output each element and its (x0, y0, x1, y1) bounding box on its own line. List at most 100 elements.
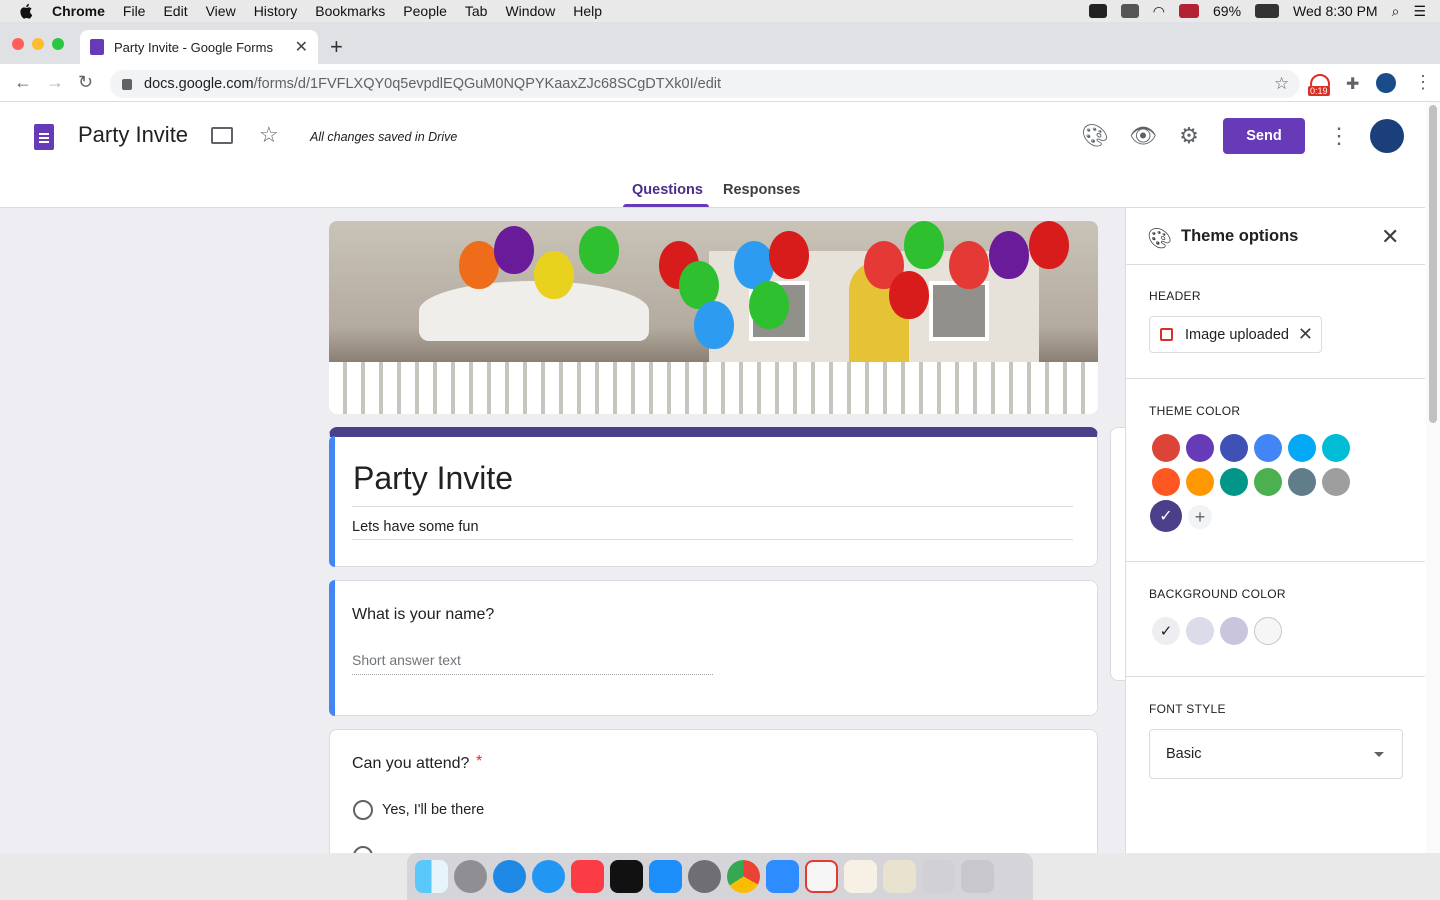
new-tab-button[interactable]: + (330, 34, 343, 60)
keynote-icon[interactable] (844, 860, 877, 893)
font-style-dropdown[interactable]: Basic (1149, 729, 1403, 779)
background-color-swatch[interactable] (1254, 617, 1282, 645)
menu-bookmarks[interactable]: Bookmarks (315, 3, 385, 19)
flag-icon[interactable] (1179, 4, 1199, 18)
screen-record-icon[interactable] (1088, 4, 1107, 18)
theme-color-swatch[interactable] (1220, 434, 1248, 462)
photo-booth-icon[interactable] (805, 860, 838, 893)
preview-eye-icon[interactable]: 👁︎ (1129, 124, 1157, 148)
menu-file[interactable]: File (123, 3, 146, 19)
safari-icon[interactable] (493, 860, 526, 893)
floating-question-toolbar[interactable] (1110, 427, 1126, 681)
more-options-icon[interactable]: ⋮ (1327, 124, 1351, 148)
theme-color-swatch[interactable] (1220, 468, 1248, 496)
theme-color-swatch[interactable] (1254, 468, 1282, 496)
close-window-button[interactable] (12, 38, 24, 50)
question-title[interactable]: What is your name? (352, 606, 494, 624)
spotlight-icon[interactable]: ⌕ (1392, 3, 1400, 20)
active-tab-indicator (623, 204, 709, 207)
clock[interactable]: Wed 8:30 PM (1293, 3, 1378, 19)
radio-option-label[interactable]: Yes, I'll be there (382, 802, 484, 818)
apple-tv-icon[interactable] (610, 860, 643, 893)
battery-icon[interactable] (1255, 4, 1280, 18)
airplay-icon[interactable] (1120, 4, 1139, 18)
theme-color-swatch[interactable] (1152, 434, 1180, 462)
form-title-card[interactable] (329, 427, 1098, 567)
minimize-window-button[interactable] (32, 38, 44, 50)
notes-app-icon[interactable] (883, 860, 916, 893)
tab-responses[interactable]: Responses (723, 182, 800, 198)
back-arrow-icon[interactable]: ← (14, 72, 32, 93)
question-card[interactable] (329, 729, 1098, 869)
background-color-swatch[interactable] (1186, 617, 1214, 645)
zoom-icon[interactable] (766, 860, 799, 893)
menu-app-name[interactable]: Chrome (52, 3, 105, 19)
wifi-icon[interactable]: ◠ (1153, 3, 1165, 20)
chrome-profile-avatar[interactable] (1376, 73, 1396, 93)
maximize-window-button[interactable] (52, 38, 64, 50)
background-color-swatch-selected[interactable]: ✓ (1152, 617, 1180, 645)
theme-color-swatch[interactable] (1322, 468, 1350, 496)
google-forms-logo-icon[interactable] (34, 124, 54, 150)
send-button[interactable]: Send (1223, 118, 1305, 154)
menu-edit[interactable]: Edit (163, 3, 187, 19)
radio-button[interactable] (353, 800, 373, 820)
menu-history[interactable]: History (254, 3, 298, 19)
dropdown-caret-icon (1374, 752, 1384, 757)
theme-color-swatch[interactable] (1186, 468, 1214, 496)
header-image-chip[interactable]: Image uploaded ✕ (1149, 316, 1322, 353)
form-description[interactable]: Lets have some fun (352, 519, 479, 535)
form-title[interactable]: Party Invite (353, 460, 513, 497)
theme-color-swatch[interactable] (1288, 434, 1316, 462)
forward-arrow-icon[interactable]: → (46, 72, 64, 93)
scrollbar-thumb[interactable] (1429, 105, 1437, 423)
palette-icon: 🎨︎ (1147, 228, 1173, 250)
question-card[interactable] (329, 580, 1098, 716)
forms-header (0, 102, 1425, 208)
tab-questions[interactable]: Questions (632, 182, 703, 198)
reload-icon[interactable]: ↻ (78, 72, 93, 93)
background-color-swatch[interactable] (1220, 617, 1248, 645)
menu-window[interactable]: Window (505, 3, 555, 19)
menu-help[interactable]: Help (573, 3, 602, 19)
theme-color-swatch[interactable] (1254, 434, 1282, 462)
messages-icon[interactable] (532, 860, 565, 893)
trash-icon[interactable] (961, 860, 994, 893)
chrome-icon[interactable] (727, 860, 760, 893)
music-icon[interactable] (571, 860, 604, 893)
remove-image-icon[interactable]: ✕ (1298, 324, 1313, 345)
move-to-folder-icon[interactable] (211, 127, 233, 144)
palette-icon[interactable]: 🎨︎ (1081, 124, 1109, 148)
finder-icon[interactable] (415, 860, 448, 893)
add-custom-color-button[interactable]: + (1188, 505, 1212, 529)
account-avatar[interactable] (1370, 119, 1404, 153)
menu-people[interactable]: People (403, 3, 447, 19)
theme-color-swatch[interactable] (1186, 434, 1214, 462)
apple-icon[interactable] (18, 3, 36, 19)
launchpad-icon[interactable] (454, 860, 487, 893)
star-icon[interactable]: ☆ (259, 122, 279, 148)
extensions-puzzle-icon[interactable]: ✚ (1346, 74, 1359, 94)
theme-color-swatch[interactable] (1288, 468, 1316, 496)
menu-tab[interactable]: Tab (465, 3, 488, 19)
system-preferences-icon[interactable] (688, 860, 721, 893)
theme-color-swatch-selected[interactable]: ✓ (1150, 500, 1182, 532)
extension-timer-icon[interactable]: 0:19 (1308, 74, 1334, 96)
document-title[interactable]: Party Invite (78, 122, 188, 148)
app-store-icon[interactable] (649, 860, 682, 893)
theme-color-swatch[interactable] (1152, 468, 1180, 496)
close-icon[interactable]: ✕ (1381, 224, 1399, 250)
header-chip-label: Image uploaded (1185, 326, 1289, 343)
chrome-menu-icon[interactable]: ⋮ (1414, 72, 1432, 93)
tab-close-icon[interactable]: ✕ (295, 37, 308, 57)
folder-stack-icon[interactable] (922, 860, 955, 893)
question-title[interactable]: Can you attend? (352, 755, 469, 773)
menu-view[interactable]: View (206, 3, 236, 19)
control-center-icon[interactable]: ☰ (1413, 3, 1426, 20)
settings-gear-icon[interactable]: ⚙ (1177, 124, 1201, 148)
bookmark-star-icon[interactable]: ☆ (1274, 74, 1289, 94)
browser-tab[interactable]: Party Invite - Google Forms ✕ (80, 30, 318, 64)
address-bar[interactable]: docs.google.com/forms/d/1FVFLXQY0q5evpdl… (110, 70, 1300, 98)
theme-color-swatch[interactable] (1322, 434, 1350, 462)
header-section-label: HEADER (1149, 289, 1201, 303)
